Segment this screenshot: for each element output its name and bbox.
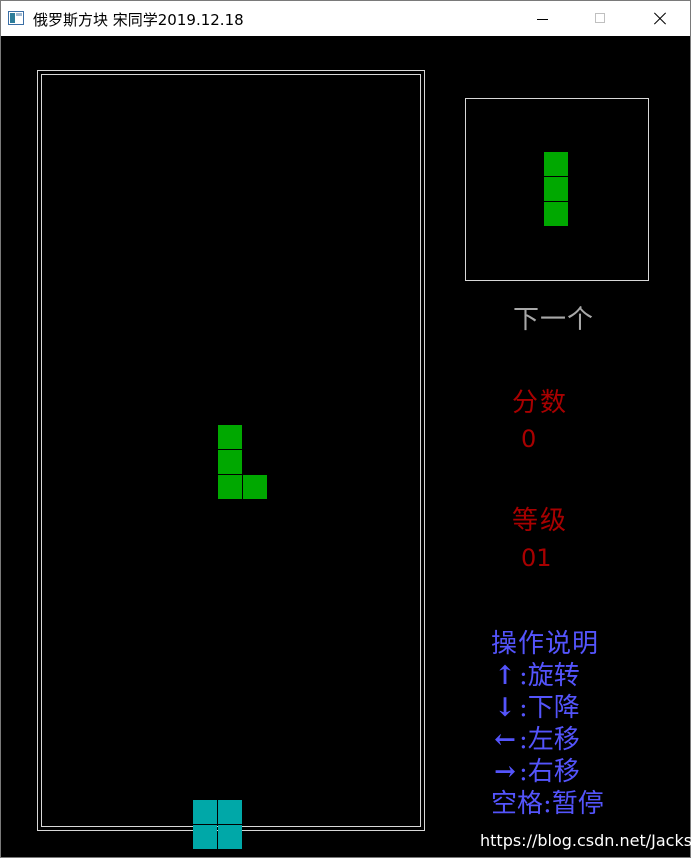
landed-block [193, 800, 217, 824]
help-separator: : [543, 789, 552, 819]
score-label: 分数 [512, 388, 569, 418]
help-row-rotate: ↑:旋转 [491, 663, 604, 695]
game-window: 俄罗斯方块 宋同学2019.12.18 下一个 分数 0 等级 01 操作说明 … [0, 0, 691, 858]
close-button[interactable] [636, 1, 682, 36]
watermark-url: https://blog.csdn.net/Jacksqh [480, 831, 691, 850]
help-row-pause: 空格:暂停 [491, 791, 604, 823]
help-action-pause: 暂停 [551, 789, 604, 819]
next-piece-block [544, 152, 568, 176]
next-piece-block [544, 177, 568, 201]
level-value: 01 [521, 544, 552, 572]
help-action-drop: 下降 [527, 693, 580, 723]
landed-block [193, 825, 217, 849]
help-separator: : [519, 693, 528, 723]
arrow-left-icon: ← [494, 725, 516, 755]
arrow-right-icon: → [494, 757, 516, 787]
help-action-right: 右移 [527, 757, 580, 787]
controls-help-title: 操作说明 [491, 629, 600, 659]
window-title: 俄罗斯方块 宋同学2019.12.18 [33, 11, 244, 29]
minimize-button[interactable] [520, 1, 566, 36]
falling-piece-block [218, 425, 242, 449]
help-row-right: →:右移 [491, 759, 604, 791]
maximize-button[interactable] [578, 1, 624, 36]
score-value: 0 [521, 425, 537, 453]
help-separator: : [519, 757, 528, 787]
space-key-label: 空格 [491, 789, 544, 819]
arrow-down-icon: ↓ [494, 693, 516, 723]
help-action-rotate: 旋转 [527, 661, 580, 691]
help-row-drop: ↓:下降 [491, 695, 604, 727]
controls-help: 操作说明 ↑:旋转 ↓:下降 ←:左移 →:右移 空格:暂停 [491, 631, 604, 823]
level-label: 等级 [512, 506, 569, 536]
next-piece-label: 下一个 [513, 305, 595, 335]
help-row-left: ←:左移 [491, 727, 604, 759]
help-separator: : [519, 725, 528, 755]
help-separator: : [519, 661, 528, 691]
landed-block [218, 800, 242, 824]
app-window-icon[interactable] [8, 11, 24, 25]
title-bar[interactable]: 俄罗斯方块 宋同学2019.12.18 [1, 1, 690, 36]
arrow-up-icon: ↑ [494, 661, 516, 691]
falling-piece-block [218, 450, 242, 474]
landed-block [218, 825, 242, 849]
falling-piece-block [243, 475, 267, 499]
help-action-left: 左移 [527, 725, 580, 755]
falling-piece-block [218, 475, 242, 499]
next-piece-block [544, 202, 568, 226]
